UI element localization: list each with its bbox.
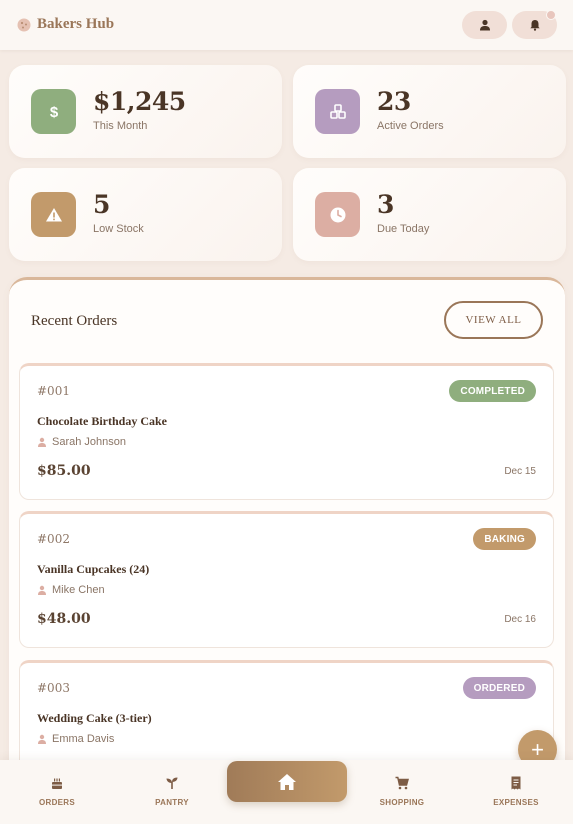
user-icon — [38, 734, 46, 744]
nav-label: ORDERS — [38, 798, 76, 807]
stat-value: 3 — [377, 190, 394, 219]
profile-button[interactable] — [462, 11, 507, 39]
brand[interactable]: Bakers Hub — [17, 16, 114, 33]
notifications-button[interactable] — [512, 10, 557, 39]
status-badge: ORDERED — [462, 677, 536, 699]
order-name: Wedding Cake (3-tier) — [37, 711, 152, 725]
nav-item-shopping[interactable]: SHOPPING — [362, 776, 442, 807]
nav-item-home[interactable] — [227, 761, 347, 802]
warning-icon — [31, 192, 76, 237]
order-customer: Sarah Johnson — [37, 436, 126, 448]
order-price: $85.00 — [37, 463, 91, 479]
nav-label: EXPENSES — [493, 798, 539, 807]
app-header: Bakers Hub — [0, 0, 573, 50]
customer-name: Sarah Johnson — [52, 436, 126, 448]
cart-icon — [395, 776, 409, 790]
nav-item-orders[interactable]: ORDERS — [17, 776, 97, 807]
order-date: Dec 15 — [504, 466, 536, 477]
bottom-nav: ORDERS PANTRY SHOPPING EXPENSES — [0, 760, 573, 824]
status-badge: COMPLETED — [449, 380, 536, 402]
home-icon — [278, 773, 296, 790]
stat-value: $1,245 — [93, 87, 186, 116]
stat-label: Active Orders — [377, 120, 444, 132]
notification-dot — [546, 10, 556, 20]
order-id: #002 — [37, 532, 70, 546]
recent-orders-panel: Recent Orders VIEW ALL #001 COMPLETED Ch… — [9, 277, 565, 824]
stat-label: Low Stock — [93, 223, 144, 235]
order-customer: Emma Davis — [37, 733, 114, 745]
status-badge: BAKING — [473, 528, 536, 550]
stat-label: Due Today — [377, 223, 430, 235]
clock-icon — [315, 192, 360, 237]
order-price: $48.00 — [37, 611, 91, 627]
order-name: Chocolate Birthday Cake — [37, 414, 167, 428]
stat-card-active-orders[interactable]: 23 Active Orders — [293, 65, 566, 158]
stat-card-revenue[interactable]: $ $1,245 This Month — [9, 65, 282, 158]
nav-label: SHOPPING — [379, 798, 425, 807]
order-card[interactable]: #002 BAKING Vanilla Cupcakes (24) Mike C… — [19, 511, 554, 648]
boxes-icon — [315, 89, 360, 134]
sprout-icon — [166, 777, 178, 789]
stat-label: This Month — [93, 120, 148, 132]
nav-item-pantry[interactable]: PANTRY — [132, 776, 212, 807]
stat-value: 5 — [93, 190, 110, 219]
nav-item-expenses[interactable]: EXPENSES — [476, 776, 556, 807]
customer-name: Mike Chen — [52, 584, 105, 596]
cookie-icon — [17, 18, 31, 31]
receipt-icon — [511, 776, 521, 790]
app-title: Bakers Hub — [37, 16, 115, 32]
order-id: #001 — [37, 384, 70, 398]
user-icon — [38, 585, 46, 595]
stat-value: 23 — [377, 87, 411, 116]
customer-name: Emma Davis — [52, 733, 115, 745]
view-all-button[interactable]: VIEW ALL — [444, 301, 543, 339]
dollar-icon: $ — [31, 89, 76, 134]
stat-card-low-stock[interactable]: 5 Low Stock — [9, 168, 282, 261]
order-card[interactable]: #001 COMPLETED Chocolate Birthday Cake S… — [19, 363, 554, 500]
order-name: Vanilla Cupcakes (24) — [37, 562, 150, 576]
nav-label: PANTRY — [155, 798, 189, 807]
order-id: #003 — [37, 681, 70, 695]
order-date: Dec 16 — [504, 614, 536, 625]
user-icon — [479, 19, 490, 31]
section-title: Recent Orders — [31, 313, 118, 329]
order-customer: Mike Chen — [37, 584, 105, 596]
user-icon — [38, 437, 46, 447]
cake-icon — [52, 778, 62, 789]
stat-card-due-today[interactable]: 3 Due Today — [293, 168, 566, 261]
svg-text:$: $ — [49, 104, 58, 120]
bell-icon — [529, 20, 540, 31]
